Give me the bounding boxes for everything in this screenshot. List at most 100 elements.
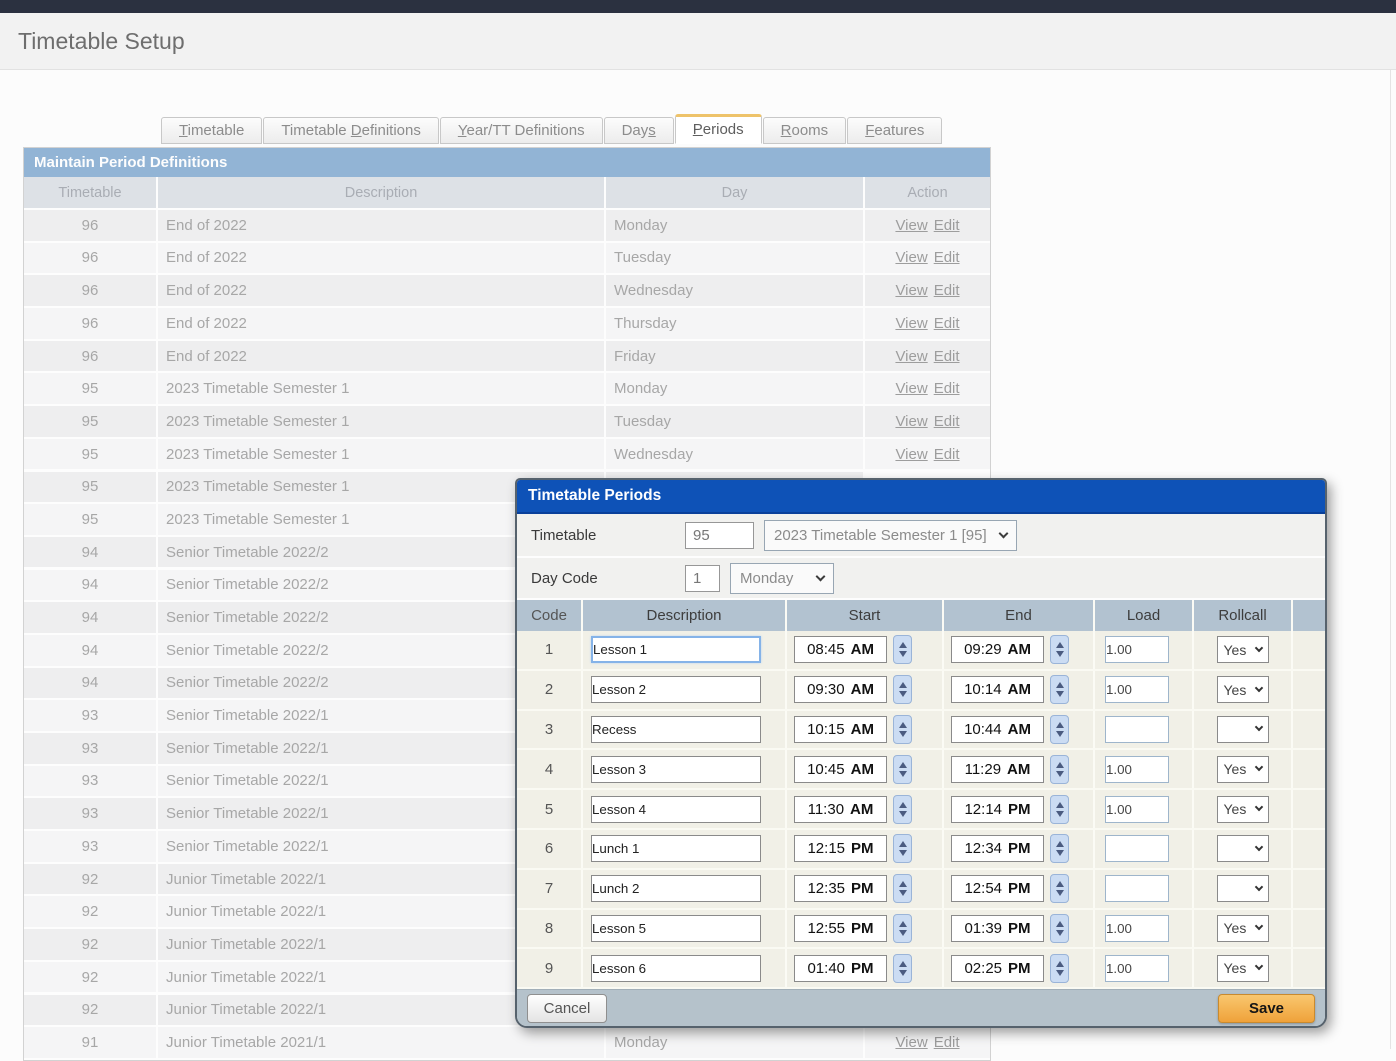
tab-timetable-definitions[interactable]: Timetable Definitions bbox=[263, 117, 439, 144]
period-load-input[interactable] bbox=[1105, 676, 1169, 703]
period-load-input[interactable] bbox=[1105, 835, 1169, 862]
end-time-input[interactable]: 10:44 AM bbox=[951, 716, 1044, 743]
view-link[interactable]: View bbox=[895, 249, 927, 266]
view-link[interactable]: View bbox=[895, 1034, 927, 1051]
start-time-spinner[interactable] bbox=[893, 834, 912, 863]
end-time-spinner[interactable] bbox=[1050, 874, 1069, 903]
timetable-code-input[interactable] bbox=[685, 522, 754, 549]
daycode-input[interactable] bbox=[685, 565, 720, 592]
edit-link[interactable]: Edit bbox=[934, 315, 960, 332]
period-description-input[interactable] bbox=[591, 875, 761, 902]
period-description-input[interactable] bbox=[591, 716, 761, 743]
start-time-input[interactable]: 09:30 AM bbox=[794, 676, 887, 703]
period-description-input[interactable] bbox=[591, 915, 761, 942]
period-load-input[interactable] bbox=[1105, 716, 1169, 743]
period-rollcall-select[interactable]: Yes bbox=[1217, 676, 1269, 703]
period-load-input[interactable] bbox=[1105, 636, 1169, 663]
edit-link[interactable]: Edit bbox=[934, 1034, 960, 1051]
period-rollcall-select[interactable]: Yes bbox=[1217, 915, 1269, 942]
tab-days[interactable]: Days bbox=[604, 117, 674, 144]
period-rollcall-select[interactable]: Yes bbox=[1217, 796, 1269, 823]
period-description-input[interactable] bbox=[591, 636, 761, 663]
period-load-input[interactable] bbox=[1105, 955, 1169, 982]
edit-link[interactable]: Edit bbox=[934, 380, 960, 397]
end-time-input[interactable]: 11:29 AM bbox=[951, 756, 1044, 783]
end-time-spinner[interactable] bbox=[1050, 675, 1069, 704]
period-description-input[interactable] bbox=[591, 835, 761, 862]
spinner-up-icon bbox=[899, 762, 907, 768]
start-time-spinner[interactable] bbox=[893, 755, 912, 784]
period-rollcall-select[interactable] bbox=[1217, 835, 1269, 862]
save-button[interactable]: Save bbox=[1218, 994, 1315, 1023]
view-link[interactable]: View bbox=[895, 413, 927, 430]
start-time-spinner[interactable] bbox=[893, 715, 912, 744]
end-time-input[interactable]: 12:14 PM bbox=[951, 796, 1044, 823]
period-description-input[interactable] bbox=[591, 676, 761, 703]
edit-link[interactable]: Edit bbox=[934, 348, 960, 365]
period-load-input[interactable] bbox=[1105, 875, 1169, 902]
end-time-spinner[interactable] bbox=[1050, 834, 1069, 863]
start-time-spinner[interactable] bbox=[893, 914, 912, 943]
view-link[interactable]: View bbox=[895, 282, 927, 299]
edit-link[interactable]: Edit bbox=[934, 446, 960, 463]
start-time-input[interactable]: 12:15 PM bbox=[794, 835, 887, 862]
cell-action: View Edit bbox=[865, 243, 990, 274]
edit-link[interactable]: Edit bbox=[934, 249, 960, 266]
tab-periods[interactable]: Periods bbox=[675, 114, 762, 144]
spinner-up-icon bbox=[899, 921, 907, 927]
period-rollcall-select[interactable]: Yes bbox=[1217, 636, 1269, 663]
cell-description: Junior Timetable 2021/1 bbox=[158, 1027, 604, 1058]
start-time-spinner[interactable] bbox=[893, 874, 912, 903]
edit-link[interactable]: Edit bbox=[934, 282, 960, 299]
start-time-input[interactable]: 10:15 AM bbox=[794, 716, 887, 743]
view-link[interactable]: View bbox=[895, 348, 927, 365]
edit-link[interactable]: Edit bbox=[934, 217, 960, 234]
edit-link[interactable]: Edit bbox=[934, 413, 960, 430]
end-time-spinner[interactable] bbox=[1050, 954, 1069, 983]
end-time-spinner[interactable] bbox=[1050, 795, 1069, 824]
end-time-input[interactable]: 12:34 PM bbox=[951, 835, 1044, 862]
tab-features[interactable]: Features bbox=[847, 117, 942, 144]
tab-timetable[interactable]: Timetable bbox=[161, 117, 262, 144]
daycode-select[interactable]: Monday bbox=[730, 563, 834, 594]
start-time-input[interactable]: 08:45 AM bbox=[794, 636, 887, 663]
period-description-input[interactable] bbox=[591, 756, 761, 783]
tab-year-tt-definitions[interactable]: Year/TT Definitions bbox=[440, 117, 603, 144]
end-time-spinner[interactable] bbox=[1050, 914, 1069, 943]
start-time-spinner[interactable] bbox=[893, 635, 912, 664]
period-rollcall-select[interactable] bbox=[1217, 875, 1269, 902]
grid-header-code: Code bbox=[517, 600, 583, 631]
spinner-up-icon bbox=[1056, 961, 1064, 967]
end-time-spinner[interactable] bbox=[1050, 635, 1069, 664]
start-time-input[interactable]: 11:30 AM bbox=[794, 796, 887, 823]
end-time-spinner[interactable] bbox=[1050, 755, 1069, 784]
end-time-input[interactable]: 09:29 AM bbox=[951, 636, 1044, 663]
period-load-input[interactable] bbox=[1105, 915, 1169, 942]
period-description-input[interactable] bbox=[591, 796, 761, 823]
start-time-input[interactable]: 12:55 PM bbox=[794, 915, 887, 942]
start-time-input[interactable]: 12:35 PM bbox=[794, 875, 887, 902]
period-load-input[interactable] bbox=[1105, 756, 1169, 783]
view-link[interactable]: View bbox=[895, 380, 927, 397]
period-description-input[interactable] bbox=[591, 955, 761, 982]
end-time-input[interactable]: 12:54 PM bbox=[951, 875, 1044, 902]
end-time-spinner[interactable] bbox=[1050, 715, 1069, 744]
view-link[interactable]: View bbox=[895, 315, 927, 332]
start-time-input[interactable]: 10:45 AM bbox=[794, 756, 887, 783]
period-rollcall-select[interactable]: Yes bbox=[1217, 756, 1269, 783]
period-rollcall-select[interactable] bbox=[1217, 716, 1269, 743]
view-link[interactable]: View bbox=[895, 217, 927, 234]
start-time-spinner[interactable] bbox=[893, 675, 912, 704]
period-rollcall-select[interactable]: Yes bbox=[1217, 955, 1269, 982]
cancel-button[interactable]: Cancel bbox=[527, 994, 607, 1023]
timetable-select[interactable]: 2023 Timetable Semester 1 [95] bbox=[764, 520, 1017, 551]
start-time-spinner[interactable] bbox=[893, 795, 912, 824]
end-time-input[interactable]: 02:25 PM bbox=[951, 955, 1044, 982]
period-load-input[interactable] bbox=[1105, 796, 1169, 823]
tab-rooms[interactable]: Rooms bbox=[763, 117, 847, 144]
start-time-input[interactable]: 01:40 PM bbox=[794, 955, 887, 982]
view-link[interactable]: View bbox=[895, 446, 927, 463]
start-time-spinner[interactable] bbox=[893, 954, 912, 983]
end-time-input[interactable]: 01:39 PM bbox=[951, 915, 1044, 942]
end-time-input[interactable]: 10:14 AM bbox=[951, 676, 1044, 703]
